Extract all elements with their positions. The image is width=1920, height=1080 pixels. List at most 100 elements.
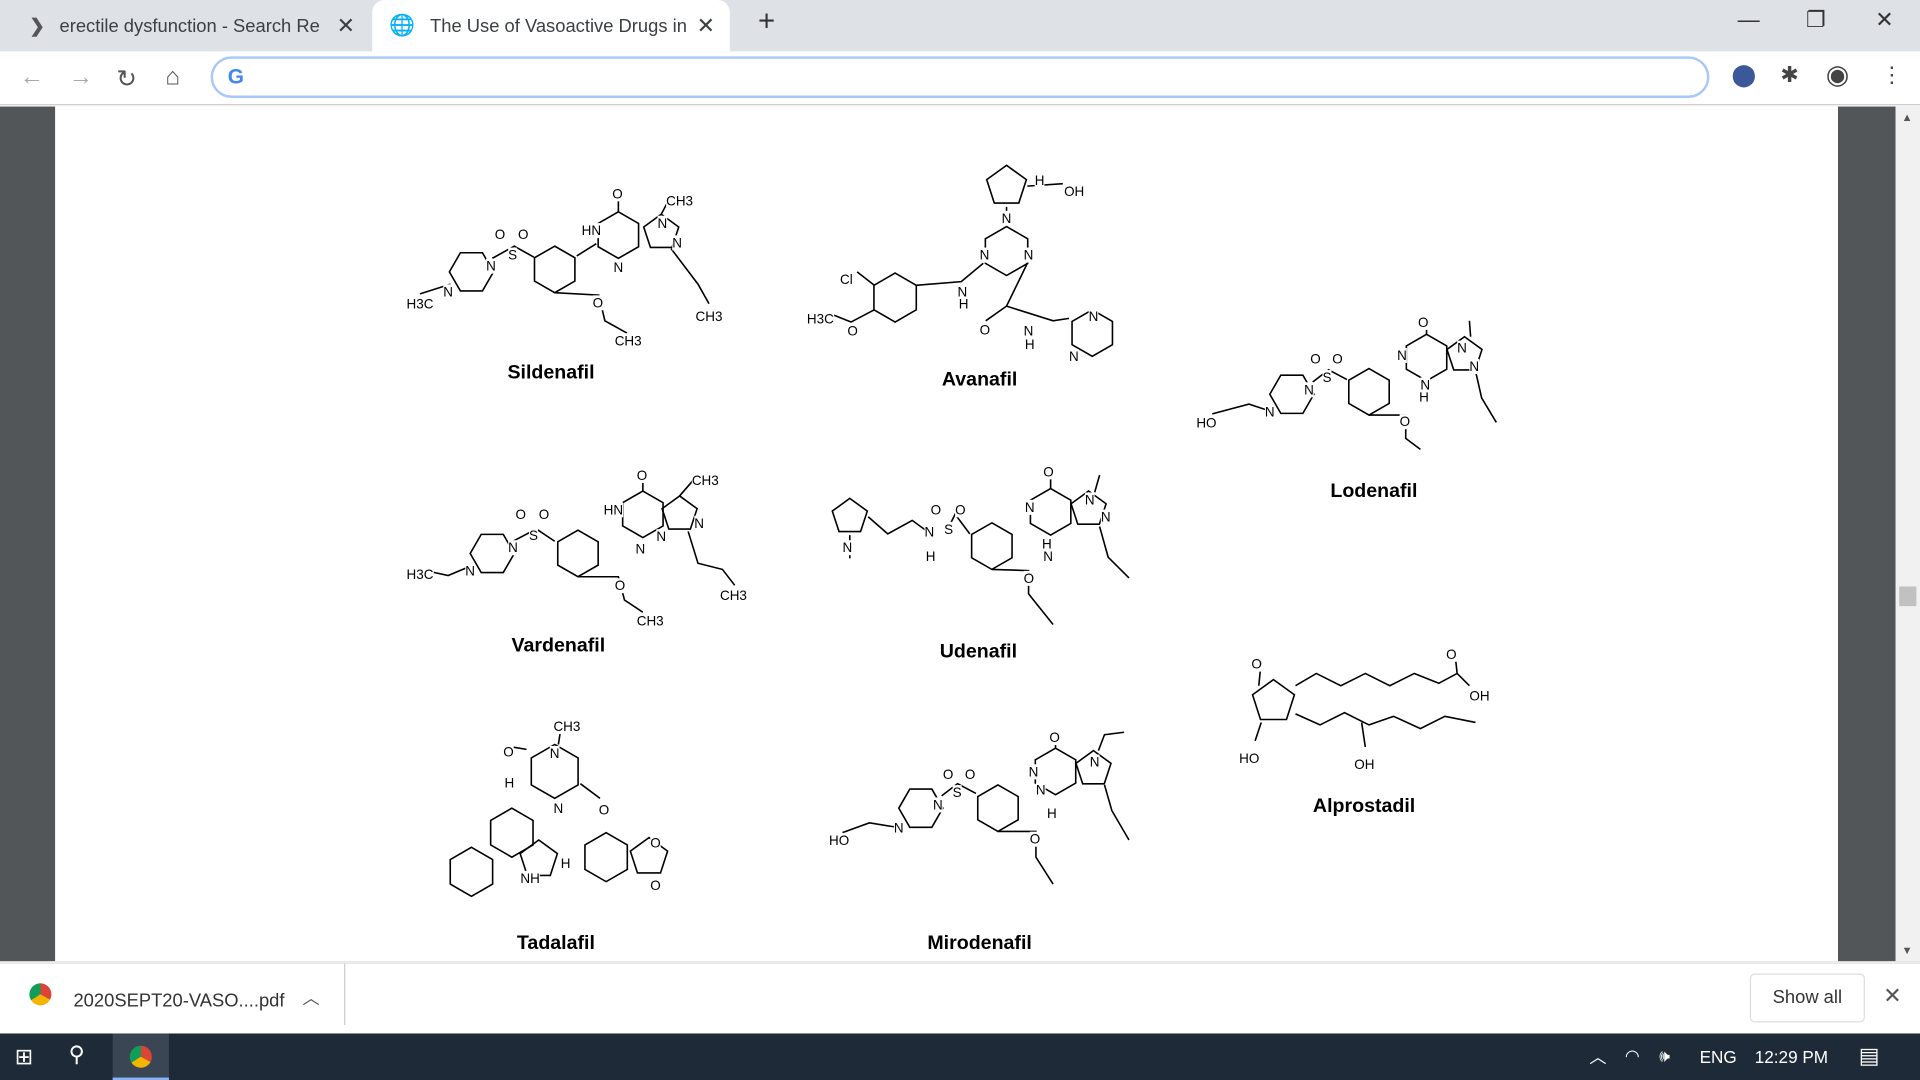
scroll-up-arrow-icon[interactable]: ▲: [1902, 111, 1913, 123]
extensions-puzzle-icon[interactable]: ✱: [1780, 62, 1798, 88]
bond: [1295, 711, 1476, 730]
search-icon[interactable]: ⚲: [69, 1042, 85, 1068]
atom-label: S: [529, 528, 538, 543]
address-bar[interactable]: G: [210, 56, 1710, 98]
bond: [511, 746, 527, 751]
atom-label: CH3: [720, 588, 747, 603]
scrollbar[interactable]: ▲ ▼: [1895, 106, 1920, 962]
atom-label: O: [650, 878, 660, 893]
ring-bond: [661, 494, 699, 530]
atom-label: OH: [1064, 184, 1084, 199]
language-indicator[interactable]: ENG: [1700, 1047, 1737, 1067]
atom-label: N: [1029, 764, 1039, 779]
ring-bond: [976, 783, 1019, 833]
atom-label: HN: [582, 223, 601, 238]
atom-label: N: [613, 260, 623, 275]
scroll-down-arrow-icon[interactable]: ▼: [1902, 944, 1913, 956]
bond: [842, 822, 901, 834]
atom-label: N: [894, 821, 904, 836]
atom-label: O: [612, 186, 622, 201]
atom-label: O: [847, 324, 857, 339]
bond: [856, 271, 875, 286]
atom-label: N: [694, 516, 704, 531]
forward-button[interactable]: →: [69, 64, 93, 92]
bond: [687, 531, 736, 586]
notifications-icon[interactable]: ▤: [1859, 1043, 1880, 1069]
atom-label: O: [931, 502, 941, 517]
bond: [1254, 722, 1262, 742]
menu-kebab-icon[interactable]: ⋮: [1881, 62, 1903, 88]
atom-label: H: [1025, 337, 1035, 352]
atom-label: N: [443, 284, 453, 299]
home-button[interactable]: ⌂: [165, 64, 180, 92]
download-item[interactable]: 2020SEPT20-VASO....pdf ︿: [0, 963, 346, 1025]
close-tab-icon[interactable]: ✕: [697, 13, 715, 39]
download-bar: 2020SEPT20-VASO....pdf ︿ Show all ✕: [0, 962, 1920, 1034]
new-tab-button[interactable]: +: [742, 5, 791, 39]
atom-label: N: [933, 797, 943, 812]
bond: [1468, 320, 1472, 337]
atom-label: O: [1043, 464, 1053, 479]
taskbar-chrome-app[interactable]: [112, 1033, 169, 1080]
bond: [1474, 370, 1498, 423]
atom-label: O: [503, 745, 513, 760]
bond: [1103, 784, 1130, 841]
atom-label: N: [1043, 549, 1053, 564]
atom-label: CH3: [615, 333, 642, 348]
ring-bond: [984, 225, 1029, 277]
windows-start-icon[interactable]: ⊞: [15, 1044, 33, 1070]
bond: [1360, 722, 1367, 748]
atom-label: CH3: [666, 194, 693, 209]
atom-label: CH3: [637, 614, 664, 629]
bond: [991, 568, 1054, 625]
tab-vasoactive-drugs[interactable]: 🌐 The Use of Vasoactive Drugs in the ✕: [372, 0, 730, 52]
wifi-icon[interactable]: ◠: [1625, 1046, 1640, 1067]
chevron-up-icon[interactable]: ︿: [302, 986, 319, 1010]
close-tab-icon[interactable]: ✕: [337, 13, 355, 39]
atom-label: O: [1446, 647, 1456, 662]
close-download-bar-icon[interactable]: ✕: [1883, 983, 1901, 1009]
pdf-page: H3C N N S O O HN O N CH3 N N O CH3 CH3 H OH N N N Cl N H H3C O O N…: [55, 106, 1838, 962]
clock[interactable]: 12:29 PM: [1755, 1047, 1828, 1067]
chrome-icon: [129, 1045, 152, 1068]
atom-label: O: [650, 835, 660, 850]
atom-label: CH3: [696, 309, 723, 324]
extension-cursor-icon[interactable]: ⬤: [1731, 62, 1756, 88]
atom-label: N: [1025, 500, 1035, 515]
molecule-name: Sildenafil: [507, 362, 595, 384]
atom-label: N: [1090, 755, 1100, 770]
atom-label: OH: [1469, 688, 1489, 703]
profile-avatar-icon[interactable]: ◉: [1826, 59, 1850, 91]
tray-chevron-icon[interactable]: ︿: [1589, 1044, 1606, 1068]
atom-label: H: [926, 549, 936, 564]
atom-label: N: [1089, 309, 1099, 324]
atom-label: H: [561, 856, 571, 871]
show-all-button[interactable]: Show all: [1749, 973, 1865, 1023]
atom-label: N: [1002, 211, 1012, 226]
reload-button[interactable]: ↻: [116, 64, 137, 95]
atom-label: N: [1397, 348, 1407, 363]
atom-label: Cl: [840, 272, 853, 287]
atom-label: HO: [1239, 751, 1259, 766]
close-window-button[interactable]: ✕: [1860, 7, 1909, 33]
bond: [867, 516, 932, 535]
atom-label: N: [980, 248, 990, 263]
molecule-name: Alprostadil: [1312, 795, 1416, 817]
tab-search-results[interactable]: ❯ erectile dysfunction - Search Results …: [0, 0, 370, 51]
restore-button[interactable]: ❐: [1791, 7, 1840, 33]
scrollbar-thumb[interactable]: [1899, 586, 1917, 607]
back-button[interactable]: ←: [20, 64, 44, 92]
molecule-name: Avanafil: [941, 369, 1018, 391]
bond: [1093, 474, 1101, 493]
ring-bond: [970, 521, 1013, 571]
download-filename: 2020SEPT20-VASO....pdf: [73, 990, 285, 1012]
address-input[interactable]: [257, 63, 1690, 91]
volume-icon[interactable]: 🕪: [1659, 1046, 1670, 1067]
atom-label: N: [1304, 382, 1314, 397]
atom-label: S: [953, 785, 962, 800]
ring-bond: [533, 245, 576, 294]
atom-label: N: [636, 541, 646, 556]
bond: [1368, 414, 1421, 451]
atom-label: H3C: [407, 297, 434, 312]
minimize-button[interactable]: —: [1724, 7, 1773, 33]
